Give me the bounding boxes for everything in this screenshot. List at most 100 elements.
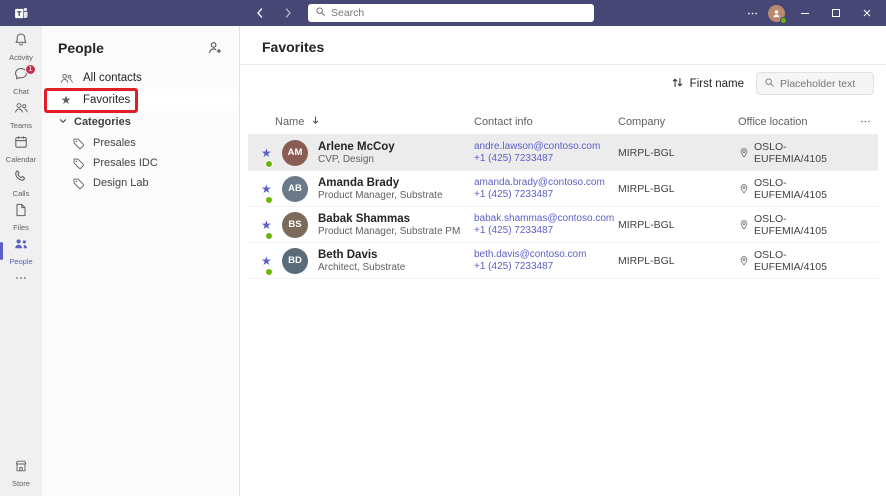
categories-label: Categories bbox=[74, 116, 131, 128]
rail-item-files[interactable]: Files bbox=[0, 200, 42, 234]
user-avatar[interactable] bbox=[768, 5, 785, 22]
contacts-icon bbox=[58, 71, 74, 86]
avatar-initials: AB bbox=[282, 176, 308, 202]
avatar: AB bbox=[282, 176, 318, 202]
avatar-initials: BD bbox=[282, 248, 308, 274]
rail-item-store[interactable]: Store bbox=[0, 456, 42, 490]
office-location-text: OSLO-EUFEMIA/4105 bbox=[754, 141, 854, 165]
titlebar-search-box bbox=[308, 4, 594, 22]
column-header-contact-info[interactable]: Contact info bbox=[474, 116, 618, 128]
rail-more-apps[interactable] bbox=[0, 268, 42, 292]
rail-item-teams[interactable]: Teams bbox=[0, 98, 42, 132]
avatar-initials: BS bbox=[282, 212, 308, 238]
rail-item-chat[interactable]: 1 Chat bbox=[0, 64, 42, 98]
email-link[interactable]: andre.lawson@contoso.com bbox=[474, 141, 618, 152]
favorite-star-icon[interactable]: ★ bbox=[261, 183, 282, 195]
favorites-main: Favorites First name Name bbox=[240, 26, 886, 496]
email-link[interactable]: amanda.brady@contoso.com bbox=[474, 177, 618, 188]
sidebar-item-category-presales[interactable]: Presales bbox=[42, 133, 239, 153]
column-header-office-location[interactable]: Office location bbox=[738, 116, 854, 128]
minimize-button[interactable] bbox=[794, 3, 816, 23]
add-contact-button[interactable] bbox=[206, 39, 223, 56]
column-header-company[interactable]: Company bbox=[618, 116, 738, 128]
contact-title: Architect, Substrate bbox=[318, 262, 474, 273]
contact-name: Arlene McCoy bbox=[318, 141, 474, 153]
calendar-icon bbox=[13, 134, 29, 155]
email-link[interactable]: babak.shammas@contoso.com bbox=[474, 213, 618, 224]
filter-search-input[interactable] bbox=[780, 78, 866, 90]
presence-available-icon bbox=[265, 268, 273, 276]
filter-search-box bbox=[756, 72, 874, 95]
phone-link[interactable]: +1 (425) 7233487 bbox=[474, 189, 618, 200]
search-icon bbox=[764, 75, 775, 93]
search-icon bbox=[315, 4, 326, 22]
favorite-star-icon[interactable]: ★ bbox=[261, 219, 282, 231]
sort-button[interactable]: First name bbox=[671, 76, 744, 92]
teams-app-window: Activity 1 Chat Teams Calendar Calls bbox=[0, 0, 886, 496]
maximize-button[interactable] bbox=[825, 3, 847, 23]
app-rail: Activity 1 Chat Teams Calendar Calls bbox=[0, 26, 42, 496]
sidebar-item-label: All contacts bbox=[83, 72, 142, 84]
rail-item-label: Files bbox=[13, 224, 29, 232]
presence-available-icon bbox=[265, 160, 273, 168]
location-pin-icon bbox=[738, 147, 750, 159]
rail-item-label: Teams bbox=[10, 122, 32, 130]
contact-info-cell: babak.shammas@contoso.com +1 (425) 72334… bbox=[474, 213, 618, 236]
company-cell: MIRPL-BGL bbox=[618, 147, 738, 159]
sidebar-title: People bbox=[58, 40, 104, 56]
rail-item-label: People bbox=[9, 258, 32, 266]
phone-link[interactable]: +1 (425) 7233487 bbox=[474, 261, 618, 272]
email-link[interactable]: beth.davis@contoso.com bbox=[474, 249, 618, 260]
location-pin-icon bbox=[738, 219, 750, 231]
rail-item-label: Calls bbox=[13, 190, 30, 198]
search-input[interactable] bbox=[331, 7, 587, 19]
star-icon: ★ bbox=[58, 94, 74, 106]
avatar: BS bbox=[282, 212, 318, 238]
teams-logo-icon[interactable] bbox=[0, 5, 42, 22]
titlebar-controls bbox=[746, 3, 886, 23]
office-location-cell: OSLO-EUFEMIA/4105 bbox=[738, 177, 854, 201]
contact-row[interactable]: ★ BS Babak Shammas Product Manager, Subs… bbox=[248, 207, 878, 243]
sidebar-item-category-design-lab[interactable]: Design Lab bbox=[42, 173, 239, 193]
sidebar-item-category-presales-idc[interactable]: Presales IDC bbox=[42, 153, 239, 173]
contact-row[interactable]: ★ AM Arlene McCoy CVP, Design andre.laws… bbox=[248, 135, 878, 171]
avatar: AM bbox=[282, 140, 318, 166]
sidebar-section-categories[interactable]: Categories bbox=[42, 111, 239, 133]
sidebar-item-all-contacts[interactable]: All contacts bbox=[42, 67, 239, 89]
column-header-name[interactable]: Name bbox=[261, 115, 474, 129]
sidebar-item-label: Presales IDC bbox=[93, 157, 158, 169]
rail-item-calendar[interactable]: Calendar bbox=[0, 132, 42, 166]
rail-item-people[interactable]: People bbox=[0, 234, 42, 268]
avatar-initials: AM bbox=[282, 140, 308, 166]
office-location-text: OSLO-EUFEMIA/4105 bbox=[754, 213, 854, 237]
contact-info-cell: beth.davis@contoso.com +1 (425) 7233487 bbox=[474, 249, 618, 272]
name-cell: Amanda Brady Product Manager, Substrate bbox=[318, 177, 474, 201]
office-location-text: OSLO-EUFEMIA/4105 bbox=[754, 249, 854, 273]
contact-row[interactable]: ★ BD Beth Davis Architect, Substrate bet… bbox=[248, 243, 878, 279]
sidebar-item-favorites[interactable]: ★ Favorites bbox=[42, 89, 239, 111]
sidebar-item-label: Presales bbox=[93, 137, 136, 149]
favorite-star-icon[interactable]: ★ bbox=[261, 255, 282, 267]
office-location-cell: OSLO-EUFEMIA/4105 bbox=[738, 249, 854, 273]
back-button[interactable] bbox=[254, 7, 266, 19]
name-cell: Arlene McCoy CVP, Design bbox=[318, 141, 474, 165]
contact-title: Product Manager, Substrate bbox=[318, 190, 474, 201]
tag-icon bbox=[72, 177, 85, 190]
company-cell: MIRPL-BGL bbox=[618, 183, 738, 195]
rail-spacer bbox=[0, 292, 42, 456]
table-more-button[interactable] bbox=[859, 115, 872, 128]
contact-name: Beth Davis bbox=[318, 249, 474, 261]
more-options-icon[interactable] bbox=[746, 7, 759, 20]
contact-row[interactable]: ★ AB Amanda Brady Product Manager, Subst… bbox=[248, 171, 878, 207]
phone-link[interactable]: +1 (425) 7233487 bbox=[474, 153, 618, 164]
close-button[interactable] bbox=[856, 3, 878, 23]
rail-item-calls[interactable]: Calls bbox=[0, 166, 42, 200]
phone-link[interactable]: +1 (425) 7233487 bbox=[474, 225, 618, 236]
name-cell: Beth Davis Architect, Substrate bbox=[318, 249, 474, 273]
people-icon bbox=[13, 236, 29, 257]
favorite-star-icon[interactable]: ★ bbox=[261, 147, 282, 159]
phone-icon bbox=[13, 168, 29, 189]
rail-item-activity[interactable]: Activity bbox=[0, 30, 42, 64]
rail-item-label: Calendar bbox=[6, 156, 36, 164]
forward-button[interactable] bbox=[282, 7, 294, 19]
